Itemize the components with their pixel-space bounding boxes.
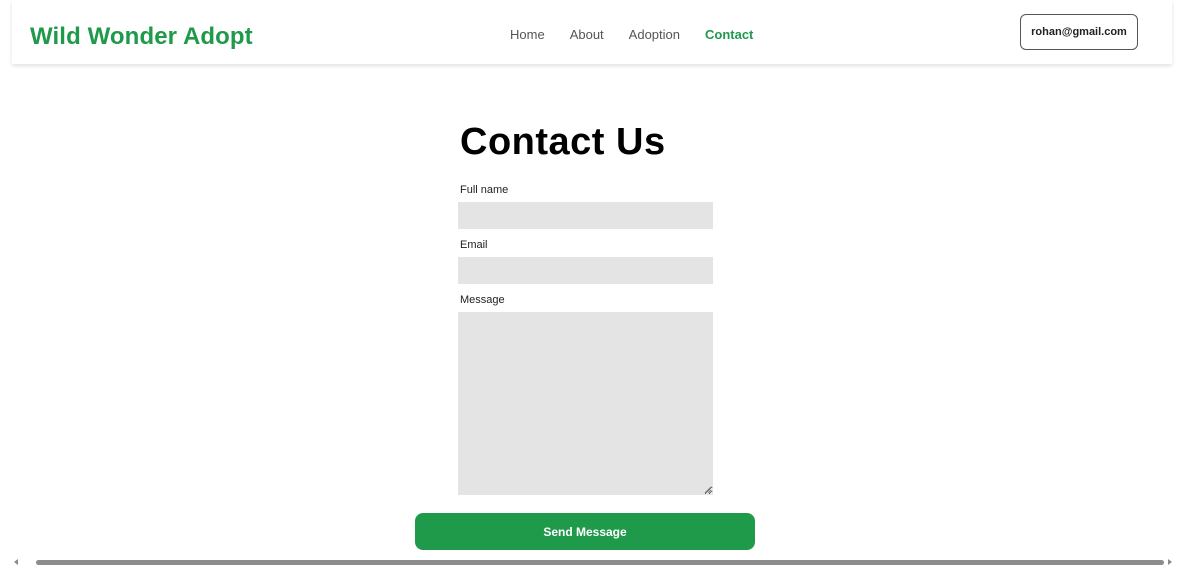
send-message-button[interactable]: Send Message — [415, 513, 755, 550]
user-account-button[interactable]: rohan@gmail.com — [1020, 14, 1138, 50]
email-input[interactable] — [458, 257, 713, 284]
email-label: Email — [460, 239, 488, 251]
message-textarea[interactable] — [458, 312, 713, 495]
chevron-right-icon[interactable] — [1168, 559, 1172, 565]
nav-link-adoption[interactable]: Adoption — [629, 26, 680, 44]
top-navbar: Wild Wonder Adopt Home About Adoption Co… — [12, 0, 1172, 64]
main-nav: Home About Adoption Contact — [510, 26, 753, 44]
nav-link-home[interactable]: Home — [510, 26, 545, 44]
full-name-label: Full name — [460, 184, 509, 196]
page-title: Contact Us — [460, 121, 666, 163]
full-name-input[interactable] — [458, 202, 713, 229]
nav-link-about[interactable]: About — [570, 26, 604, 44]
nav-link-contact[interactable]: Contact — [705, 26, 753, 44]
contact-page: Wild Wonder Adopt Home About Adoption Co… — [0, 0, 1182, 567]
scrollbar-thumb[interactable] — [36, 560, 1164, 565]
brand-logo[interactable]: Wild Wonder Adopt — [30, 22, 253, 52]
message-label: Message — [460, 294, 505, 306]
chevron-left-icon[interactable] — [14, 559, 18, 565]
horizontal-scrollbar[interactable] — [0, 556, 1182, 567]
